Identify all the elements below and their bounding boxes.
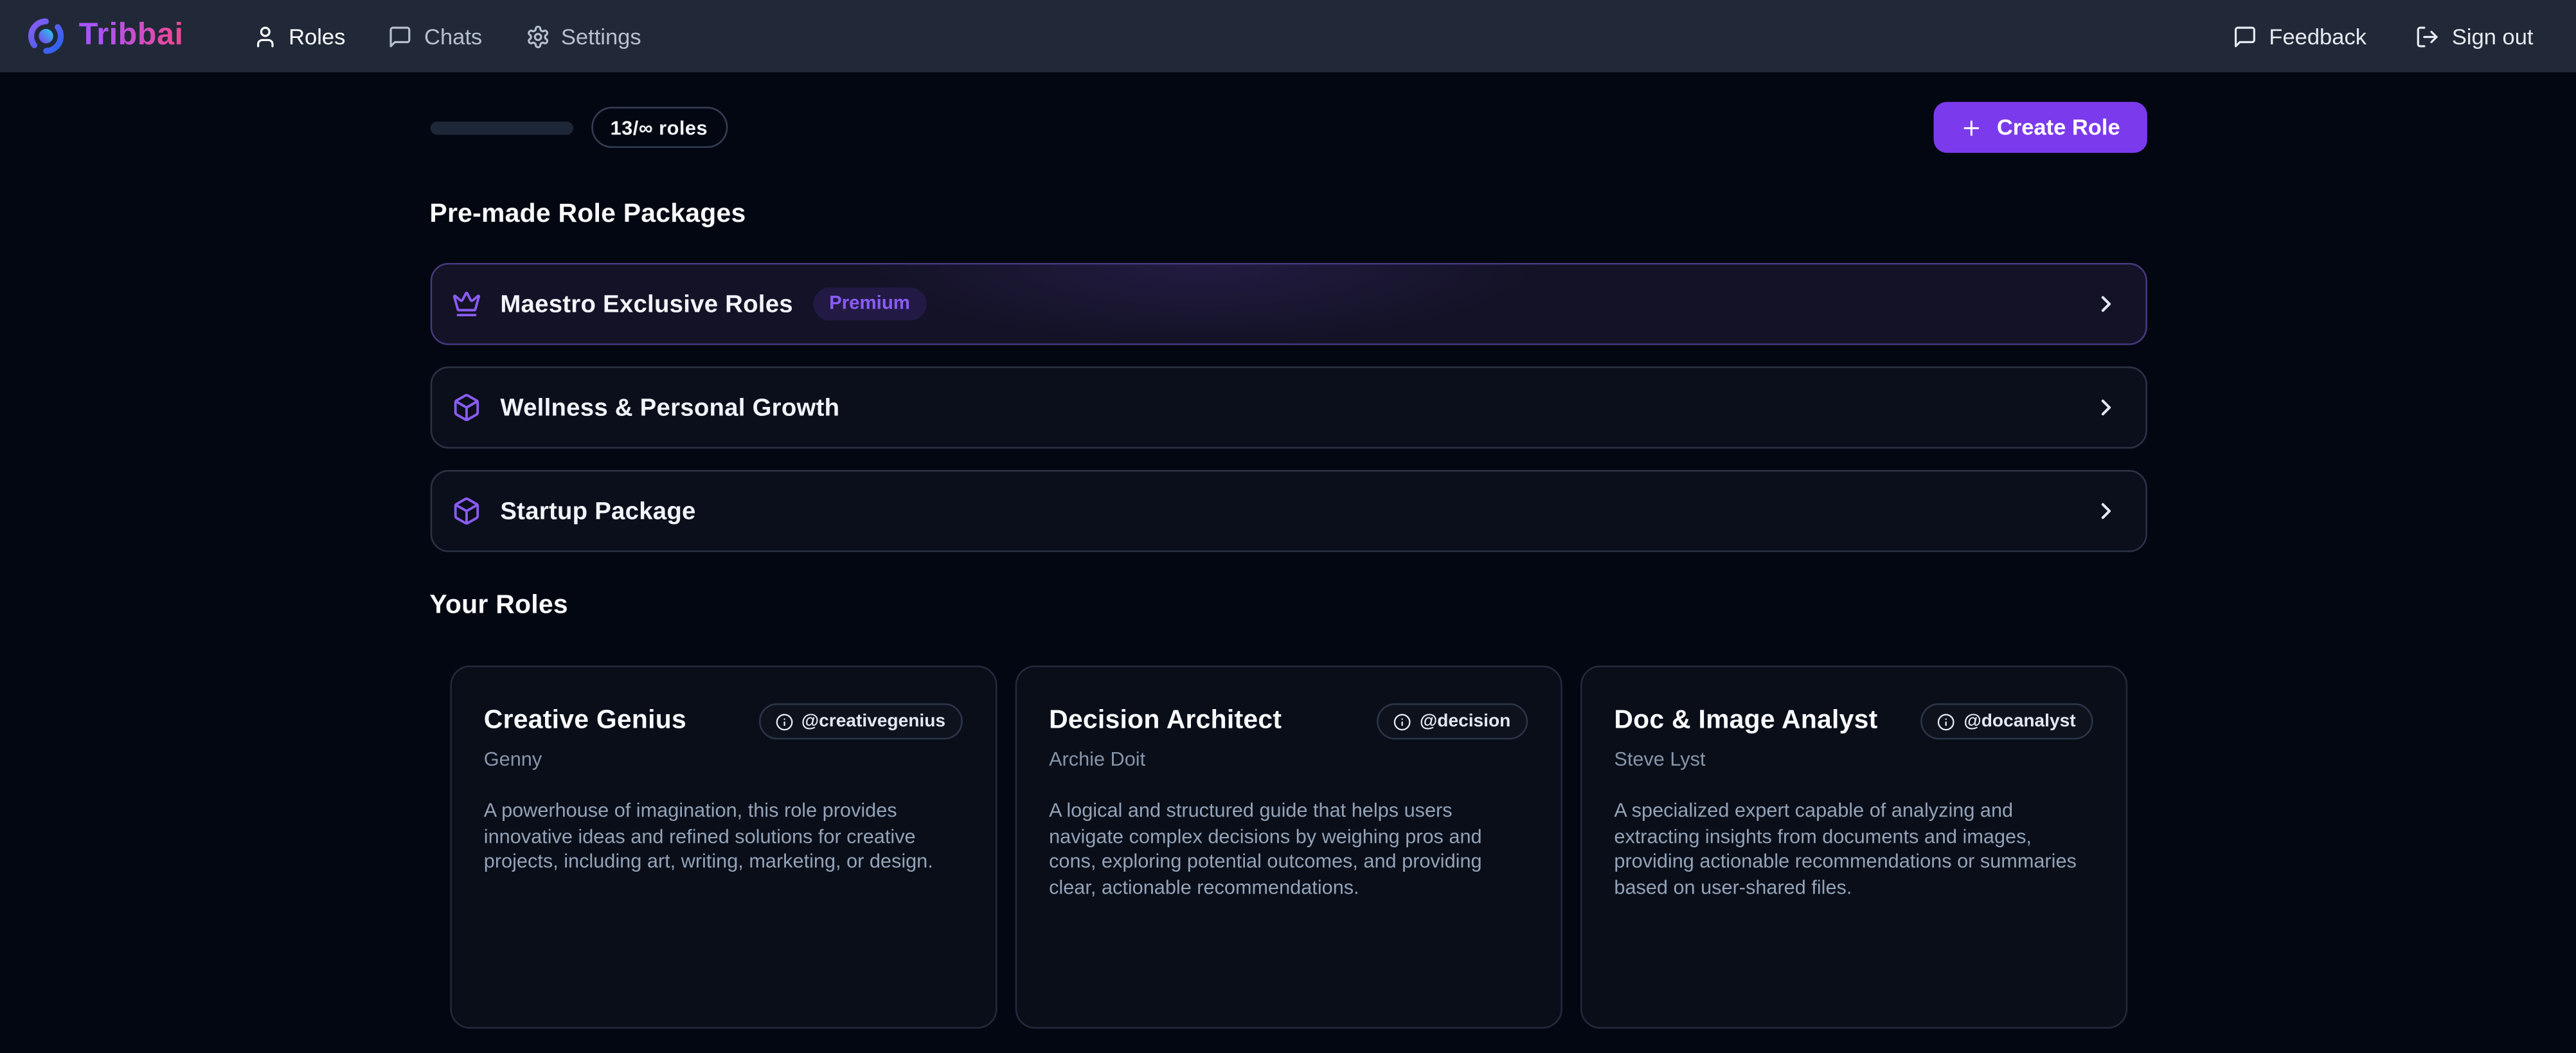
primary-nav: Roles Chats: [253, 24, 641, 48]
create-role-button[interactable]: Create Role: [1935, 102, 2147, 152]
feedback-bubble-icon: [2233, 24, 2257, 48]
roles-usage: 13/∞ roles: [429, 107, 727, 148]
role-card-doc-image-analyst[interactable]: Doc & Image Analyst @docanalyst Steve Ly…: [1580, 665, 2127, 1029]
nav-item-chats[interactable]: Chats: [388, 24, 482, 48]
role-description: A powerhouse of imagination, this role p…: [484, 798, 962, 876]
logout-icon: [2416, 24, 2440, 48]
gear-icon: [525, 24, 550, 48]
nav-item-label: Chats: [424, 24, 482, 48]
app-root: Tribbai Roles: [0, 0, 2576, 1053]
info-icon: [1393, 712, 1411, 730]
roles-progress-bar: [429, 121, 572, 134]
package-title: Startup Package: [500, 497, 695, 525]
tribbai-logo-icon: [26, 17, 66, 56]
chevron-right-icon: [2092, 498, 2118, 525]
role-handle: @decision: [1420, 712, 1511, 732]
package-row-wellness[interactable]: Wellness & Personal Growth: [429, 366, 2146, 449]
premade-packages-heading: Pre-made Role Packages: [429, 201, 2146, 230]
role-title: Creative Genius: [484, 706, 686, 736]
brand-logo-link[interactable]: Tribbai: [26, 17, 184, 56]
role-card-decision-architect[interactable]: Decision Architect @decision Archie Doit…: [1014, 665, 1561, 1029]
role-card-header: Decision Architect @decision: [1049, 703, 1527, 739]
premium-badge: Premium: [813, 287, 927, 320]
role-handle-badge[interactable]: @creativegenius: [758, 703, 962, 739]
sign-out-label: Sign out: [2452, 24, 2534, 48]
package-row-startup[interactable]: Startup Package: [429, 470, 2146, 552]
role-subtitle: Archie Doit: [1049, 748, 1527, 771]
package-title: Maestro Exclusive Roles: [500, 290, 793, 318]
sign-out-button[interactable]: Sign out: [2416, 24, 2534, 48]
top-navbar: Tribbai Roles: [0, 0, 2576, 72]
role-description: A specialized expert capable of analyzin…: [1614, 798, 2092, 901]
role-subtitle: Genny: [484, 748, 962, 771]
brand-name: Tribbai: [79, 18, 184, 54]
nav-item-roles[interactable]: Roles: [253, 24, 345, 48]
chevron-right-icon: [2092, 394, 2118, 420]
package-row-maestro[interactable]: Maestro Exclusive Roles Premium: [429, 263, 2146, 345]
role-handle: @docanalyst: [1963, 712, 2075, 732]
package-title: Wellness & Personal Growth: [500, 393, 839, 421]
chat-bubble-icon: [388, 24, 413, 48]
feedback-button[interactable]: Feedback: [2233, 24, 2366, 48]
package-icon: [451, 393, 481, 422]
package-list: Maestro Exclusive Roles Premium: [429, 263, 2146, 552]
your-roles-heading: Your Roles: [429, 591, 2146, 621]
navbar-left: Tribbai Roles: [26, 17, 641, 56]
roles-count-badge: 13/∞ roles: [591, 107, 728, 148]
roles-toolbar: 13/∞ roles Create Role: [429, 102, 2146, 152]
role-description: A logical and structured guide that help…: [1049, 798, 1527, 901]
nav-item-label: Roles: [289, 24, 345, 48]
nav-item-settings[interactable]: Settings: [525, 24, 641, 48]
create-role-label: Create Role: [1997, 115, 2120, 140]
navbar-right: Feedback Sign out: [2233, 24, 2533, 48]
user-icon: [253, 24, 277, 48]
role-handle: @creativegenius: [801, 712, 945, 732]
nav-item-label: Settings: [561, 24, 641, 48]
crown-icon: [451, 289, 481, 319]
package-icon: [451, 496, 481, 526]
role-card-creative-genius[interactable]: Creative Genius @creativegenius Genny A …: [449, 665, 996, 1029]
plus-icon: [1961, 116, 1984, 139]
role-handle-badge[interactable]: @decision: [1377, 703, 1527, 739]
roles-grid: Creative Genius @creativegenius Genny A …: [449, 665, 2127, 1053]
role-card-header: Creative Genius @creativegenius: [484, 703, 962, 739]
feedback-label: Feedback: [2269, 24, 2366, 48]
role-subtitle: Steve Lyst: [1614, 748, 2092, 771]
main-content: 13/∞ roles Create Role Pre-made Role Pac…: [0, 102, 2576, 1053]
role-title: Doc & Image Analyst: [1614, 706, 1877, 736]
role-card-header: Doc & Image Analyst @docanalyst: [1614, 703, 2092, 739]
role-title: Decision Architect: [1049, 706, 1282, 736]
role-handle-badge[interactable]: @docanalyst: [1921, 703, 2092, 739]
info-icon: [775, 712, 793, 730]
info-icon: [1937, 712, 1955, 730]
chevron-right-icon: [2092, 291, 2118, 317]
